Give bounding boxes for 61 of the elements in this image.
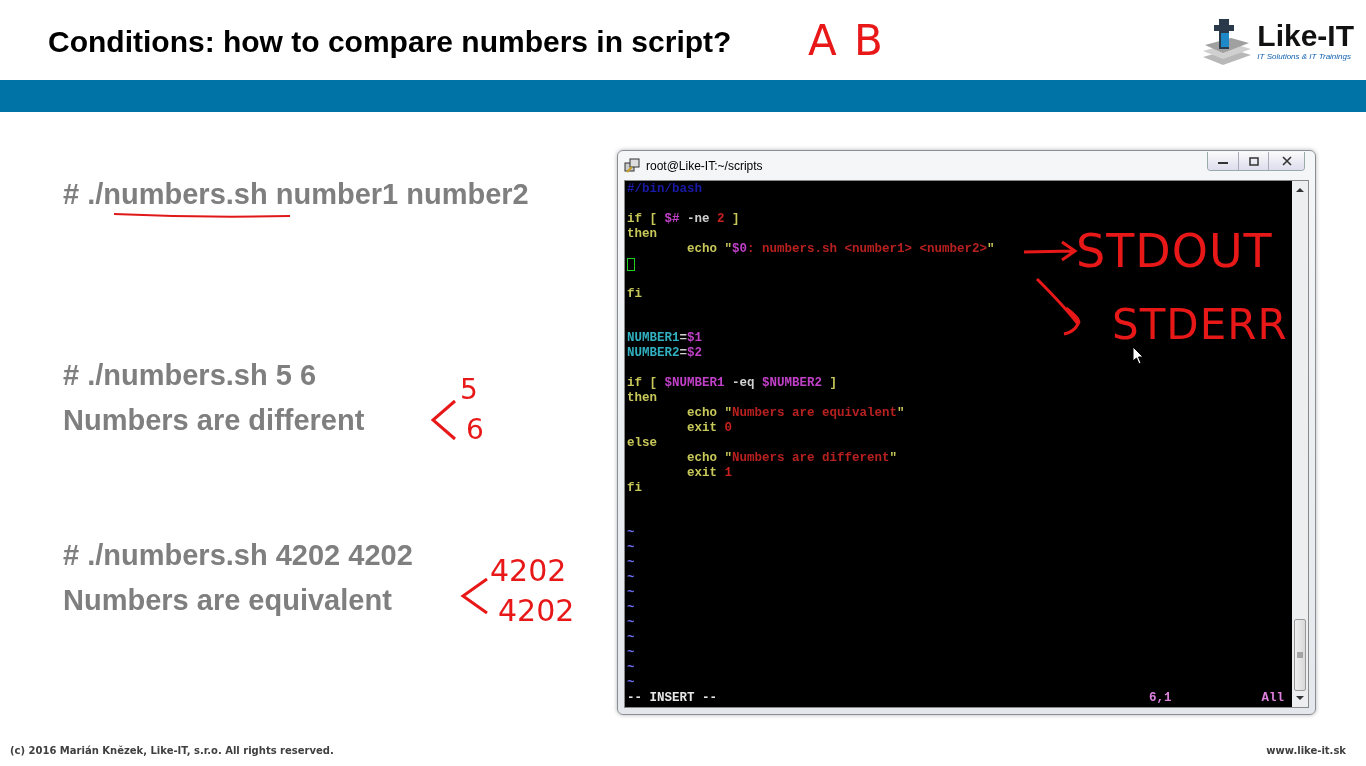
code-line: if [ $NUMBER1 -eq $NUMBER2 ] — [626, 376, 838, 392]
command-line: # ./numbers.sh 4202 4202 — [63, 538, 413, 573]
code-line: exit 0 — [686, 421, 733, 437]
website-address: www.like-it.sk — [1266, 744, 1346, 756]
window-title: root@Like-IT:~/scripts — [646, 158, 764, 173]
slide-title: Conditions: how to compare numbers in script? — [48, 25, 732, 59]
scroll-down-icon[interactable] — [1296, 695, 1304, 701]
handwritten-number: 4202 — [498, 596, 575, 626]
restore-button[interactable] — [1238, 152, 1268, 170]
handwritten-label: STDOUT — [1076, 228, 1273, 274]
tilde-marker: ~ — [626, 676, 635, 691]
minimize-button[interactable] — [1208, 152, 1238, 170]
scroll-position: All — [1261, 691, 1284, 706]
restore-icon — [1248, 156, 1259, 166]
tilde-marker: ~ — [626, 646, 635, 661]
code-line: echo "$0: numbers.sh <number1> <number2>" — [686, 241, 995, 257]
logo-tagline: IT Solutions & IT Trainings — [1257, 51, 1352, 61]
code-line: if [ $# -ne 2 ] — [626, 211, 740, 227]
code-line: exit 1 — [686, 466, 733, 482]
tilde-marker: ~ — [626, 601, 635, 616]
arrow-drawing — [1022, 240, 1078, 262]
output-line: Numbers are equivalent — [63, 583, 392, 618]
text-cursor — [627, 257, 635, 271]
tilde-marker: ~ — [626, 556, 635, 571]
code-line: echo "Numbers are equivalent" — [686, 406, 905, 422]
handwritten-letters: A B — [808, 20, 885, 62]
handwritten-number: 4202 — [490, 556, 567, 586]
command-line: # ./numbers.sh 5 6 — [63, 358, 317, 393]
tilde-marker: ~ — [626, 586, 635, 601]
pointer-icon — [1132, 346, 1144, 365]
bracket-stroke — [430, 398, 458, 442]
tilde-marker: ~ — [626, 541, 635, 556]
mode-indicator: -- INSERT -- — [627, 691, 717, 706]
handwritten-number: 6 — [466, 416, 484, 444]
output-line: Numbers are different — [63, 403, 365, 438]
scroll-up-icon[interactable] — [1296, 187, 1304, 193]
code-line: echo "Numbers are different" — [686, 451, 898, 467]
cursor-position: 6,1 — [1148, 691, 1172, 706]
scrollbar-thumb[interactable] — [1294, 619, 1306, 691]
code-line: fi — [626, 286, 642, 302]
terminal-app-icon — [624, 157, 640, 174]
code-line: else — [626, 436, 657, 452]
tilde-marker: ~ — [626, 571, 635, 586]
tilde-marker: ~ — [626, 526, 635, 541]
code-line: then — [626, 226, 657, 242]
code-line: NUMBER1=$1 — [626, 331, 703, 347]
code-line: then — [626, 391, 657, 407]
code-line: fi — [626, 481, 642, 497]
bracket-stroke — [460, 576, 490, 616]
tilde-marker: ~ — [626, 616, 635, 631]
logo-name: Like-IT — [1257, 19, 1354, 52]
code-line: #/bin/bash — [626, 182, 702, 197]
tilde-marker: ~ — [626, 661, 635, 676]
tilde-marker: ~ — [626, 631, 635, 646]
code-line: NUMBER2=$2 — [626, 346, 703, 362]
close-button[interactable] — [1268, 152, 1304, 170]
handwritten-number: 5 — [460, 376, 478, 404]
close-icon — [1281, 156, 1292, 166]
handwritten-label: STDERR — [1112, 304, 1288, 346]
copyright-notice: (c) 2016 Marián Knězek, Like-IT, s.r.o. All rights reserved. — [10, 744, 334, 756]
command-line: # ./numbers.sh number1 number2 — [63, 177, 529, 212]
